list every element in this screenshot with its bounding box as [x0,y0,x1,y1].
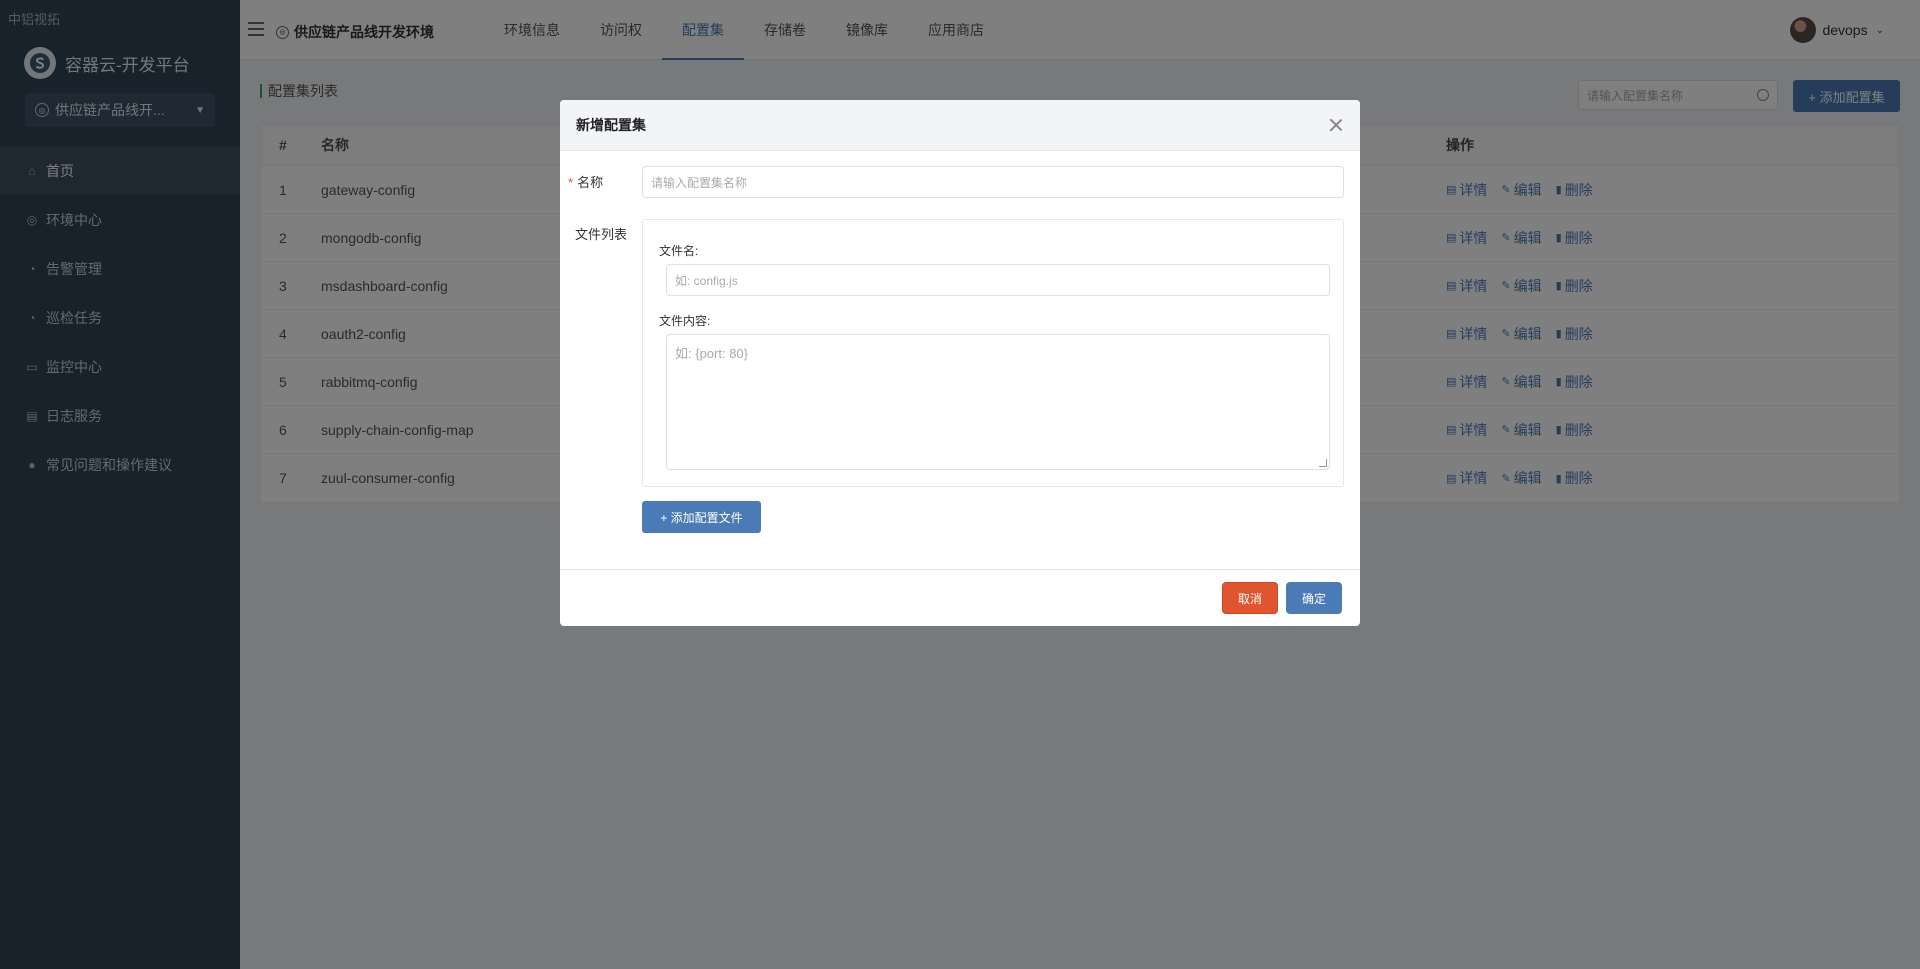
add-config-file-button[interactable]: + 添加配置文件 [642,501,761,533]
cancel-button[interactable]: 取消 [1222,582,1278,614]
config-set-name-input[interactable]: 请输入配置集名称 [642,166,1344,198]
dialog-header: 新增配置集 [560,100,1360,151]
file-list-label: 文件列表 [575,227,628,242]
dialog-title: 新增配置集 [576,117,646,133]
dialog-footer: 取消 确定 [560,569,1360,626]
file-content-textarea[interactable]: 如: {port: 80} [666,334,1330,470]
file-name-placeholder: 如: config.js [675,273,738,288]
file-name-input[interactable]: 如: config.js [666,264,1330,296]
name-label: * 名称 [568,175,604,190]
name-placeholder: 请输入配置集名称 [651,175,748,190]
file-content-placeholder: 如: {port: 80} [675,346,748,361]
resize-handle[interactable] [1319,459,1327,467]
add-config-set-dialog: 新增配置集 * 名称 请输入配置集名称 文件列表 文件名: 如: config.j… [560,100,1360,626]
file-name-label: 文件名: [659,244,699,258]
file-content-label: 文件内容: [659,314,711,328]
confirm-button[interactable]: 确定 [1286,582,1342,614]
required-mark: * [568,175,574,190]
file-list-panel: 文件名: 如: config.js 文件内容: 如: {port: 80} [642,219,1344,487]
close-icon[interactable] [1328,117,1344,133]
